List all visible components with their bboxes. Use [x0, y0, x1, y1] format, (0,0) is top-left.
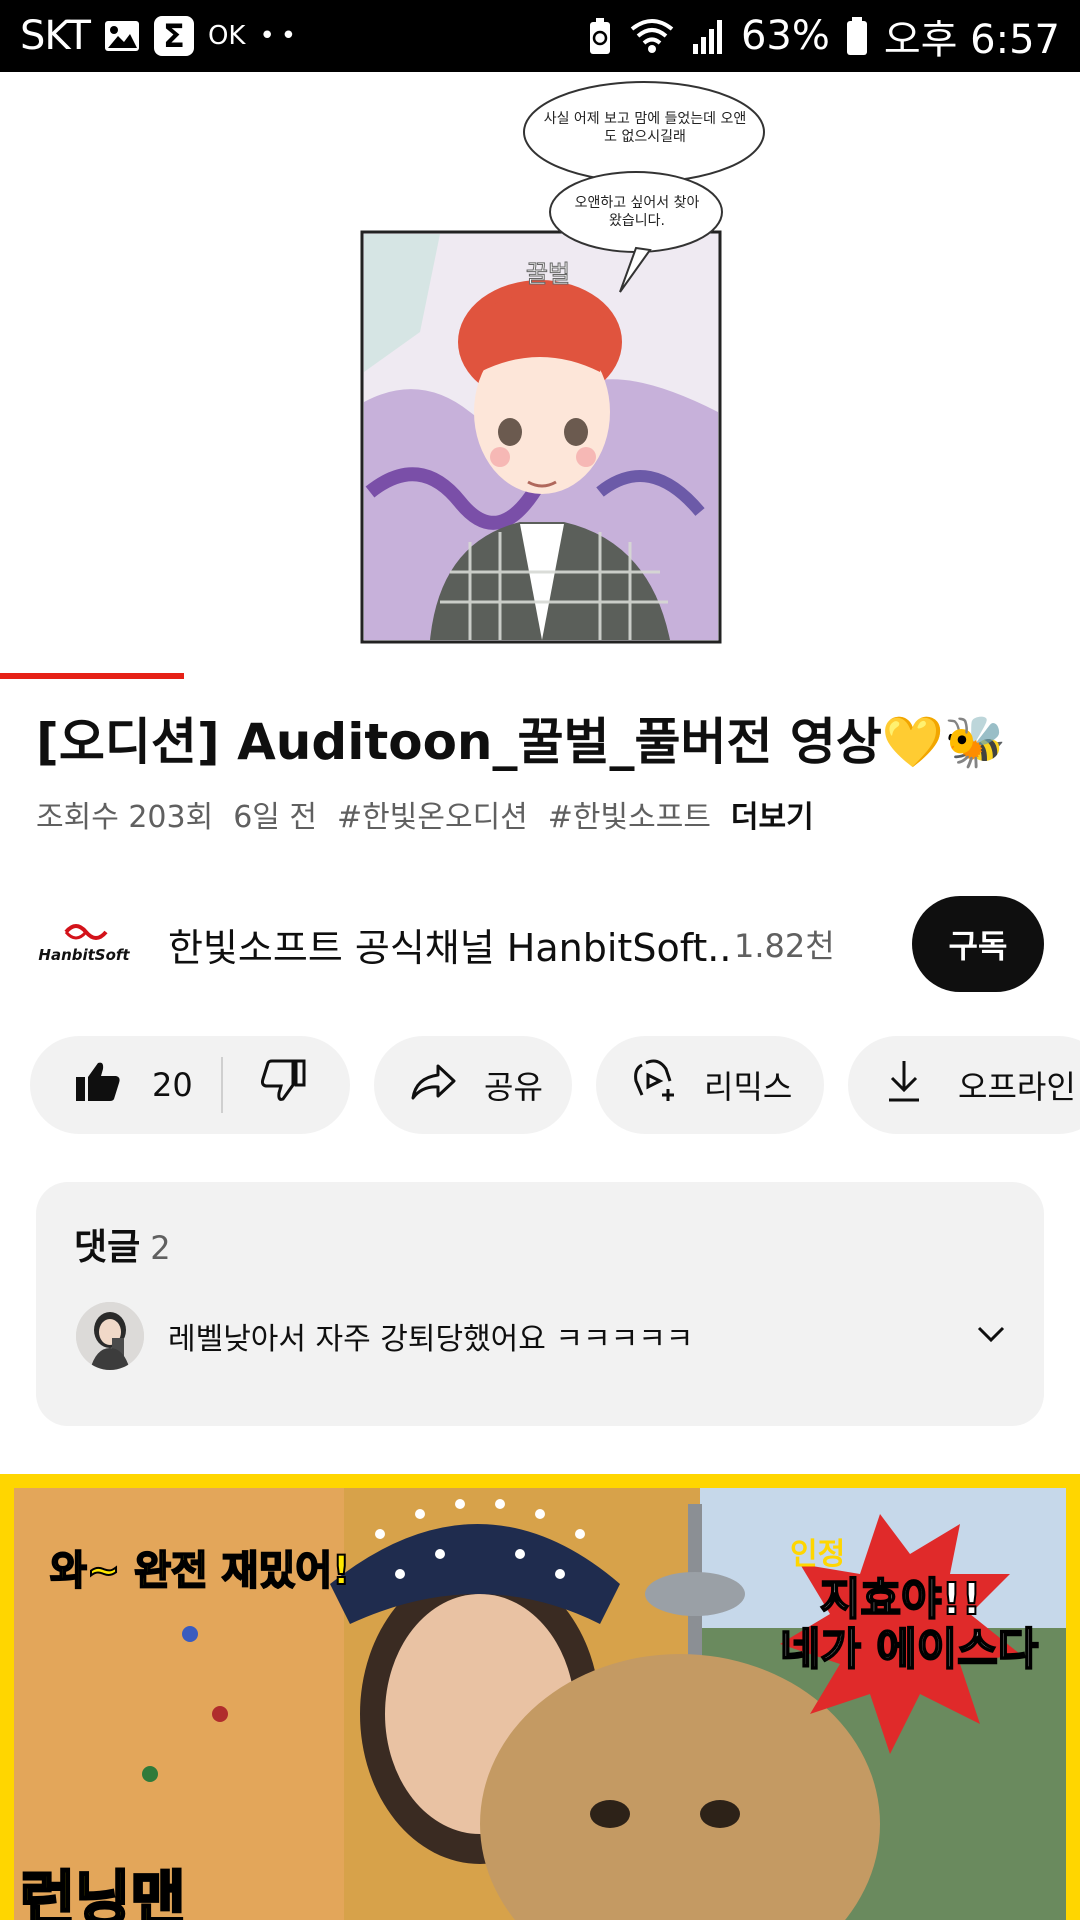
- action-bar: 20 공유 리믹스 오프라인: [30, 1036, 1080, 1136]
- video-progress-bar[interactable]: [0, 673, 184, 679]
- comments-panel[interactable]: 댓글 2 레벨낮아서 자주 강퇴당했어요 ㅋㅋㅋㅋㅋ: [36, 1182, 1044, 1426]
- ok-cashbag-icon: OK: [207, 21, 246, 51]
- download-label: 오프라인: [958, 1068, 1076, 1106]
- channel-name[interactable]: 한빛소프트 공식채널 HanbitSoft...: [168, 917, 728, 972]
- more-notifications-icon: ••: [259, 21, 303, 51]
- thumb-bottom-text: 런닝맨: [20, 1865, 186, 1920]
- comments-header: 댓글 2: [74, 1218, 171, 1270]
- subscriber-count: 1.82천: [734, 927, 835, 965]
- battery-percent: 63%: [740, 13, 830, 59]
- remix-icon: [632, 1059, 680, 1111]
- wifi-icon: [629, 17, 675, 55]
- download-icon: [886, 1059, 922, 1111]
- channel-logo-text: HanbitSoft: [38, 946, 130, 964]
- battery-icon: [846, 16, 868, 56]
- upload-age: 6일 전: [233, 800, 318, 835]
- hashtag-1[interactable]: #한빛온오디션: [337, 792, 528, 836]
- sigma-icon: Σ: [153, 16, 194, 56]
- share-icon: [410, 1062, 456, 1108]
- signal-icon: [691, 18, 725, 54]
- status-bar: SKT Σ OK •• 63% 오후 6:57: [0, 0, 1080, 72]
- remix-label: 리믹스: [704, 1068, 793, 1106]
- thumb-badge: 인정: [790, 1537, 845, 1572]
- share-button[interactable]: 공유: [374, 1036, 572, 1134]
- like-divider: [220, 1057, 223, 1113]
- view-count: 조회수 203회: [36, 800, 214, 835]
- share-label: 공유: [484, 1068, 543, 1106]
- speech-bubble-1: 사실 어제 보고 맘에 들었는데 오앤도 없으시길래: [543, 111, 747, 145]
- carrier-label: SKT: [20, 13, 91, 59]
- webtoon-frame: 꿀벌 사실 어제 보고 맘에 들었는데 오앤도 없으시길래 오앤하고 싶어서 찾…: [360, 81, 765, 644]
- hashtag-2[interactable]: #한빛소프트: [548, 792, 711, 836]
- like-icon[interactable]: [74, 1059, 122, 1111]
- like-count[interactable]: 20: [152, 1066, 193, 1104]
- gallery-icon: [104, 20, 140, 52]
- battery-saver-icon: [587, 16, 613, 56]
- next-video-thumbnail[interactable]: 인정 지효야!! 네가 에이스다 와~ 완전 재밌어! 런닝맨: [0, 1474, 1080, 1920]
- more-button[interactable]: 더보기: [731, 792, 814, 836]
- speech-bubble-2: 오앤하고 싶어서 찾아왔습니다.: [574, 195, 700, 229]
- comments-title: 댓글: [74, 1227, 141, 1268]
- clock: 오후 6:57: [883, 17, 1060, 63]
- channel-row[interactable]: HanbitSoft 한빛소프트 공식채널 HanbitSoft... 1.82…: [36, 890, 1044, 998]
- thumbnail-image: 인정 지효야!! 네가 에이스다 와~ 완전 재밌어! 런닝맨: [0, 1474, 1080, 1920]
- thumb-caption-right-2: 네가 에이스다: [780, 1624, 1038, 1675]
- video-player[interactable]: 꿀벌 사실 어제 보고 맘에 들었는데 오앤도 없으시길래 오앤하고 싶어서 찾…: [0, 72, 1080, 678]
- top-comment-text: 레벨낮아서 자주 강퇴당했어요 ㅋㅋㅋㅋㅋ: [168, 1322, 694, 1357]
- video-title[interactable]: [오디션] Auditoon_꿀벌_풀버전 영상💛🐝: [36, 710, 1046, 774]
- panel-name: 꿀벌: [526, 260, 570, 288]
- video-meta[interactable]: 조회수 203회 6일 전 #한빛온오디션 #한빛소프트 더보기: [36, 792, 814, 836]
- remix-button[interactable]: 리믹스: [596, 1036, 824, 1134]
- chevron-down-icon[interactable]: [976, 1324, 1006, 1348]
- thumb-caption-right-1: 지효야!!: [820, 1574, 982, 1625]
- dislike-icon[interactable]: [259, 1059, 307, 1111]
- comments-count: 2: [150, 1229, 171, 1267]
- commenter-avatar[interactable]: [76, 1302, 144, 1370]
- subscribe-button[interactable]: 구독: [912, 896, 1044, 992]
- channel-avatar[interactable]: HanbitSoft: [36, 896, 132, 992]
- download-button[interactable]: 오프라인: [848, 1036, 1080, 1134]
- like-dislike-group: 20: [30, 1036, 350, 1134]
- thumb-caption-left: 와~ 완전 재밌어!: [50, 1548, 350, 1594]
